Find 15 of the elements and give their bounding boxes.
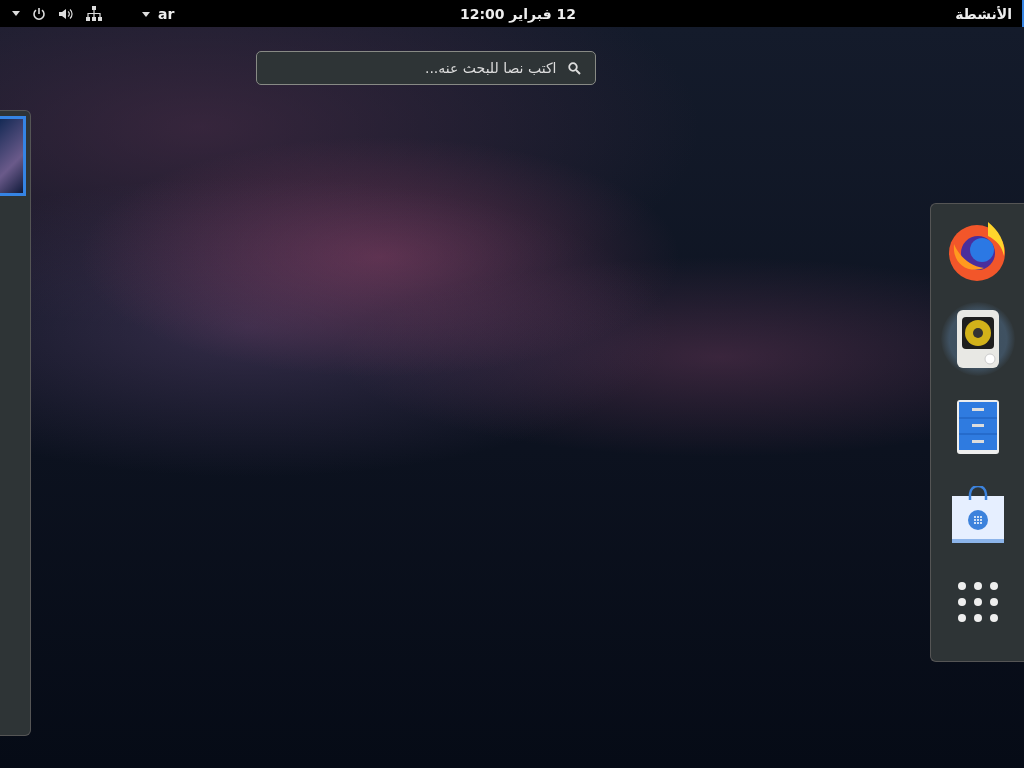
shopping-bag-icon: [950, 486, 1005, 544]
clock[interactable]: 12 فبراير 12:00: [459, 5, 577, 22]
app-grid-icon: [957, 582, 998, 622]
search-icon: [567, 62, 581, 75]
network-icon[interactable]: [86, 6, 102, 21]
file-cabinet-icon: [955, 399, 1000, 455]
volume-icon[interactable]: [58, 6, 74, 21]
workspace-thumbnail[interactable]: [0, 116, 26, 196]
power-icon[interactable]: [32, 6, 46, 21]
search-field[interactable]: اكتب نصا للبحث عنه...: [255, 51, 596, 85]
speaker-icon: [955, 309, 1000, 369]
activities-button[interactable]: الأنشطة: [724, 0, 1024, 27]
keyboard-layout-menu[interactable]: ar: [142, 5, 175, 22]
fox-globe-icon: [947, 220, 1008, 282]
system-menu-caret-icon[interactable]: [12, 11, 20, 16]
